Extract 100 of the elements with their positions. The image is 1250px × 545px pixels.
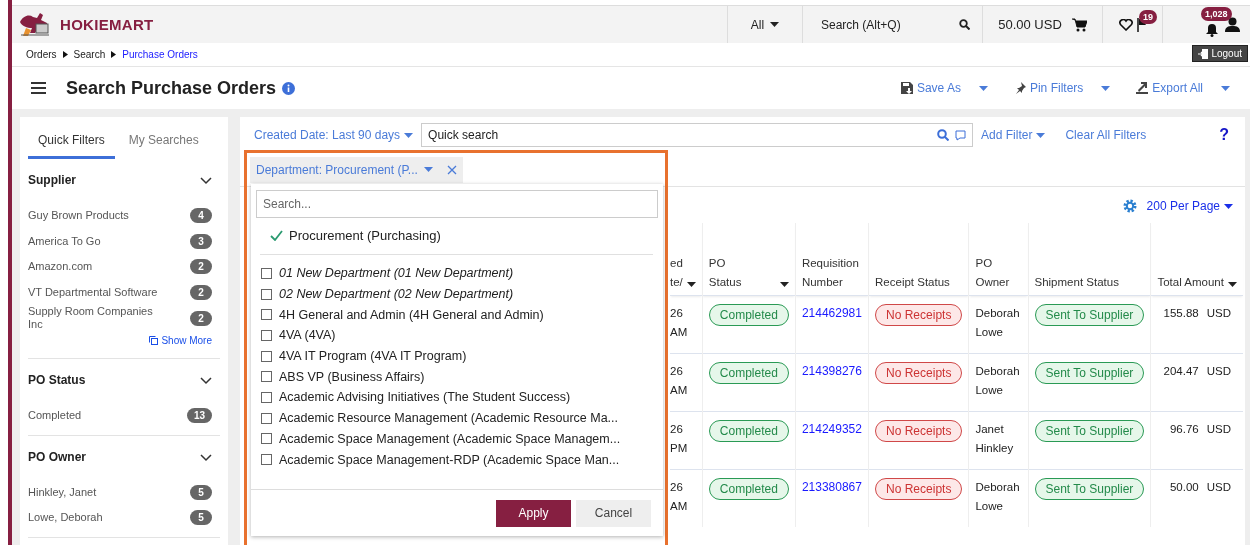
currency-cell-text: USD (1206, 306, 1231, 321)
requisition-link[interactable]: 214398276 (801, 364, 862, 378)
filter-option[interactable]: America To Go (28, 234, 101, 248)
logout-button[interactable]: Logout (1192, 45, 1248, 62)
filter-option[interactable]: Amazon.com (28, 260, 93, 274)
checkbox[interactable] (261, 267, 272, 279)
checkbox[interactable] (261, 309, 272, 321)
column-header[interactable]: PO (975, 257, 1010, 270)
checkbox[interactable] (261, 412, 272, 424)
status-pill: Sent To Supplier (1034, 304, 1145, 326)
filter-option[interactable]: Lowe, Deborah (28, 511, 103, 525)
cart-total[interactable]: 50.00 USD (998, 17, 1062, 32)
bell-icon[interactable] (1205, 22, 1219, 37)
checkbox[interactable] (261, 329, 272, 341)
option-label[interactable]: 02 New Department (02 New Department) (279, 287, 514, 302)
chevron-icon[interactable] (200, 453, 212, 462)
selected-option[interactable]: Procurement (Purchasing) (260, 218, 653, 255)
option-label[interactable]: 4VA IT Program (4VA IT Program) (279, 349, 467, 364)
filter-option[interactable]: Completed (28, 409, 82, 423)
column-header[interactable]: Status (708, 276, 742, 289)
checkbox[interactable] (261, 350, 272, 362)
checkbox[interactable] (261, 371, 272, 383)
column-header[interactable]: Shipment Status (1034, 276, 1119, 289)
column-header[interactable]: Total Amount (1157, 276, 1224, 289)
filter-chip[interactable]: Department: Procurement (P... (250, 156, 463, 183)
table-cell-text: 26 (670, 306, 684, 321)
scope-dropdown[interactable]: All (750, 17, 765, 32)
option-label[interactable]: Academic Advising Initiatives (The Student Success) (279, 390, 571, 405)
cancel-button[interactable]: Cancel (576, 499, 651, 527)
toolbar-action-button[interactable]: Pin Filters (1013, 81, 1111, 95)
column-header[interactable]: Requisition (801, 257, 859, 270)
column-header[interactable]: ed (670, 257, 683, 270)
help-button[interactable]: ? (1213, 125, 1235, 145)
option-label[interactable]: Academic Space Management-RDP (Academic Space Man... (279, 452, 620, 467)
notification-badge: 1,028 (1201, 7, 1232, 21)
section-title[interactable]: PO Status (28, 373, 86, 387)
page-title: Search Purchase Orders (66, 77, 277, 99)
count-badge: 3 (190, 233, 212, 249)
copy-icon (149, 336, 159, 345)
quick-search-field[interactable]: Quick search (421, 123, 974, 147)
search-icon[interactable] (959, 19, 970, 30)
toolbar-action-button[interactable]: Save As (900, 81, 988, 95)
requisition-link[interactable]: 213380867 (801, 480, 862, 494)
close-icon[interactable] (446, 164, 457, 175)
status-pill: Completed (708, 478, 789, 500)
sidebar-tab[interactable]: Quick Filters (28, 125, 115, 159)
global-search-field[interactable]: Search (Alt+Q) (821, 17, 901, 32)
option-label[interactable]: 4VA (4VA) (279, 328, 336, 343)
filter-option[interactable]: Supply Room Companies Inc (28, 305, 168, 331)
filter-option[interactable]: Guy Brown Products (28, 209, 129, 223)
section-title[interactable]: Supplier (28, 173, 76, 187)
column-header[interactable]: PO (708, 257, 742, 270)
breadcrumb-link[interactable]: Search (73, 49, 106, 60)
option-label[interactable]: 01 New Department (01 New Department) (279, 266, 514, 281)
cart-icon[interactable] (1071, 17, 1087, 32)
option-label[interactable]: ABS VP (Business Affairs) (279, 369, 425, 384)
settings-icon[interactable] (1122, 199, 1137, 213)
chevron-icon[interactable] (200, 377, 212, 385)
breadcrumb-link[interactable]: Purchase Orders (122, 49, 198, 60)
add-filter-dropdown[interactable]: Add Filter (981, 128, 1046, 142)
count-badge: 2 (190, 310, 212, 326)
option-label[interactable]: 4H General and Admin (4H General and Admin) (279, 307, 544, 322)
count-badge: 13 (186, 408, 212, 424)
column-header[interactable]: te/ (670, 276, 683, 289)
date-filter-dropdown[interactable]: Created Date: Last 90 days (254, 128, 414, 142)
brand-name[interactable]: HOKIEMART (60, 16, 154, 33)
notification-badge: 19 (1139, 10, 1157, 24)
menu-icon[interactable] (31, 82, 46, 94)
checkbox[interactable] (261, 391, 272, 403)
sidebar-tab[interactable]: My Searches (118, 125, 209, 159)
filter-option[interactable]: Hinkley, Janet (28, 485, 97, 499)
clear-filters-link[interactable]: Clear All Filters (1065, 128, 1147, 142)
table-cell-text: 26 (670, 422, 684, 437)
dropdown-search-field[interactable]: Search... (256, 190, 658, 218)
chevron-icon[interactable] (200, 177, 212, 185)
requisition-link[interactable]: 214249352 (801, 422, 862, 436)
per-page-dropdown[interactable]: 200 Per Page (1146, 199, 1233, 213)
caret-icon (779, 282, 789, 287)
option-label[interactable]: Academic Resource Management (Academic Resource Ma... (279, 411, 619, 426)
info-icon[interactable] (282, 81, 296, 95)
user-icon[interactable] (1225, 17, 1240, 32)
checkbox[interactable] (261, 288, 272, 300)
heart-icon[interactable] (1118, 18, 1133, 31)
column-header[interactable]: Number (801, 276, 859, 289)
filter-option[interactable]: VT Departmental Software (28, 285, 158, 299)
section-title[interactable]: PO Owner (28, 449, 86, 464)
speech-bubble-icon[interactable] (955, 129, 967, 141)
table-cell-text: AM (670, 383, 689, 398)
status-pill: No Receipts (875, 478, 963, 500)
column-header[interactable]: Owner (975, 276, 1010, 289)
checkbox[interactable] (261, 454, 272, 466)
status-pill: Completed (708, 304, 789, 326)
apply-button[interactable]: Apply (496, 499, 571, 527)
column-header[interactable]: Receipt Status (875, 276, 950, 289)
checkbox[interactable] (261, 433, 272, 445)
requisition-link[interactable]: 214462981 (801, 306, 862, 320)
toolbar-action-button[interactable]: Export All (1136, 81, 1230, 95)
breadcrumb-link[interactable]: Orders (26, 49, 57, 60)
show-more-link[interactable]: Show More (149, 335, 212, 346)
option-label[interactable]: Academic Space Management (Academic Space Managem... (279, 431, 621, 446)
